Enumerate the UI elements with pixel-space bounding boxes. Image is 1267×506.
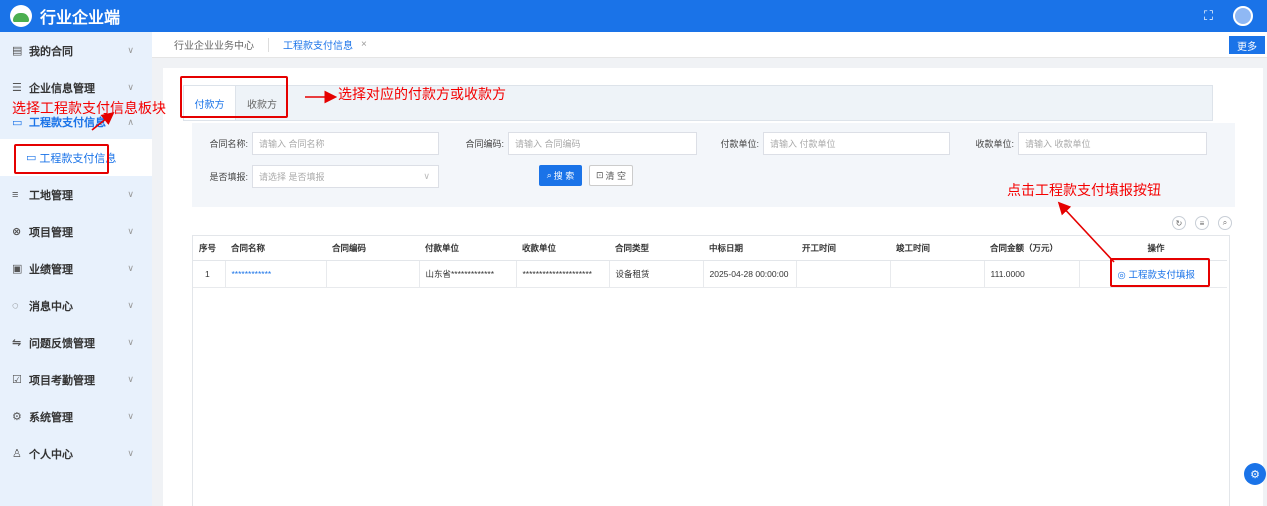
- annotation-arrows: [91, 90, 1115, 263]
- settings-icon[interactable]: ⚙: [1244, 463, 1266, 485]
- arrow-to-button-note: [1057, 201, 1115, 263]
- arrow-to-sidebar: [91, 112, 115, 131]
